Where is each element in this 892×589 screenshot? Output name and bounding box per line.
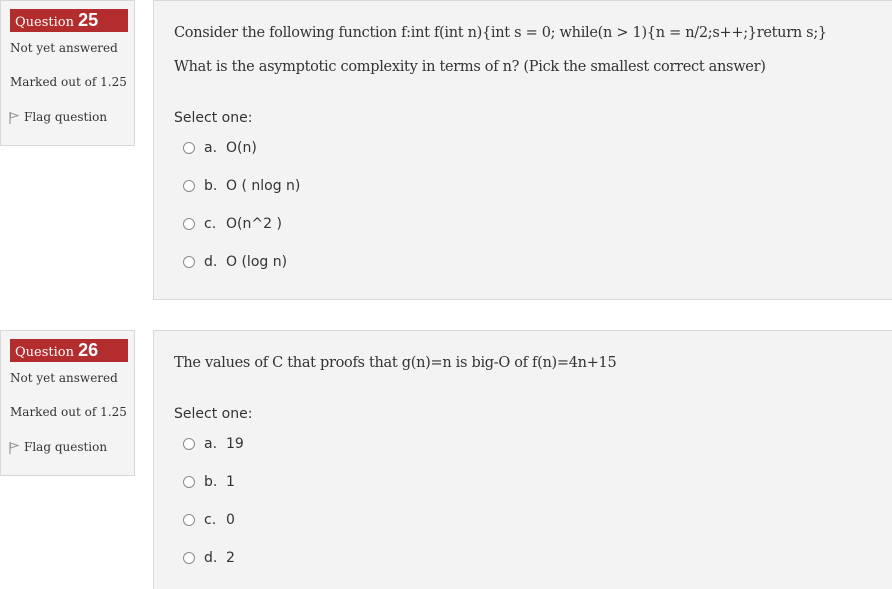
question-number-badge: Question 26: [10, 339, 128, 362]
answer-option-c[interactable]: c. 0: [183, 510, 235, 530]
option-text: O(n): [226, 140, 257, 156]
answer-option-d[interactable]: d. 2: [183, 548, 235, 568]
option-letter: a.: [204, 140, 218, 156]
question-grade: Marked out of 1.25: [10, 405, 127, 419]
option-text: 0: [226, 512, 235, 528]
question-content-25: Consider the following function f:int f(…: [153, 0, 892, 300]
question-text-line-1: Consider the following function f:int f(…: [174, 25, 827, 41]
flag-icon: [9, 112, 20, 124]
question-content-26: The values of C that proofs that g(n)=n …: [153, 330, 892, 589]
question-number: 25: [78, 10, 99, 30]
flag-question-link[interactable]: Flag question: [9, 109, 107, 124]
select-one-prompt: Select one:: [174, 406, 253, 422]
question-label: Question: [15, 15, 74, 30]
answer-option-a[interactable]: a. 19: [183, 434, 244, 454]
option-letter: d.: [204, 254, 218, 270]
option-text: 1: [226, 474, 235, 490]
question-text-line-1: The values of C that proofs that g(n)=n …: [174, 355, 617, 371]
option-text: 19: [226, 436, 244, 452]
radio-unchecked-icon[interactable]: [183, 552, 195, 564]
radio-unchecked-icon[interactable]: [183, 218, 195, 230]
answer-option-b[interactable]: b. O ( nlog n): [183, 176, 300, 196]
radio-unchecked-icon[interactable]: [183, 256, 195, 268]
option-letter: a.: [204, 436, 218, 452]
radio-unchecked-icon[interactable]: [183, 514, 195, 526]
radio-unchecked-icon[interactable]: [183, 142, 195, 154]
radio-unchecked-icon[interactable]: [183, 476, 195, 488]
option-letter: d.: [204, 550, 218, 566]
question-state: Not yet answered: [10, 371, 118, 385]
question-label: Question: [15, 345, 74, 360]
select-one-prompt: Select one:: [174, 110, 253, 126]
radio-unchecked-icon[interactable]: [183, 438, 195, 450]
question-info-26: Question 26 Not yet answered Marked out …: [0, 330, 135, 476]
question-grade: Marked out of 1.25: [10, 75, 127, 89]
question-number-badge: Question 25: [10, 9, 128, 32]
option-text: 2: [226, 550, 235, 566]
option-text: O (log n): [226, 254, 288, 270]
question-number: 26: [78, 340, 99, 360]
question-text-line-2: What is the asymptotic complexity in ter…: [174, 59, 766, 75]
option-letter: c.: [204, 216, 217, 232]
answer-option-b[interactable]: b. 1: [183, 472, 235, 492]
flag-question-label: Flag question: [24, 440, 108, 454]
flag-question-label: Flag question: [24, 110, 108, 124]
question-info-25: Question 25 Not yet answered Marked out …: [0, 0, 135, 146]
answer-option-c[interactable]: c. O(n^2 ): [183, 214, 282, 234]
flag-icon: [9, 442, 20, 454]
option-text: O ( nlog n): [226, 178, 301, 194]
option-letter: c.: [204, 512, 217, 528]
question-state: Not yet answered: [10, 41, 118, 55]
answer-option-a[interactable]: a. O(n): [183, 138, 257, 158]
answer-option-d[interactable]: d. O (log n): [183, 252, 287, 272]
flag-question-link[interactable]: Flag question: [9, 439, 107, 454]
question-25: Question 25 Not yet answered Marked out …: [0, 0, 892, 300]
option-letter: b.: [204, 178, 218, 194]
option-letter: b.: [204, 474, 218, 490]
radio-unchecked-icon[interactable]: [183, 180, 195, 192]
option-text: O(n^2 ): [226, 216, 282, 232]
question-26: Question 26 Not yet answered Marked out …: [0, 330, 892, 589]
